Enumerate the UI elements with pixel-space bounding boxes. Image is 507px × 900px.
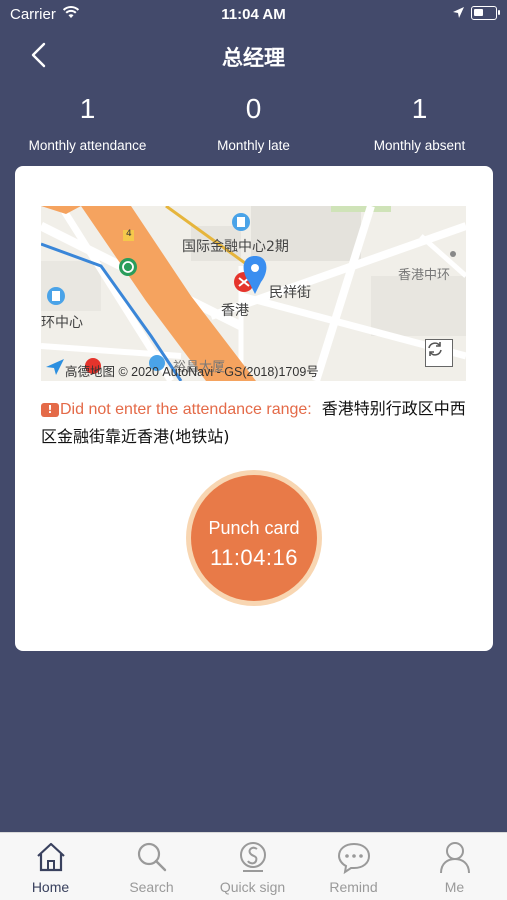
page-title: 总经理 (222, 47, 285, 70)
tab-remind[interactable]: Remind (303, 833, 404, 900)
tab-remind-label: Remind (329, 879, 378, 895)
punch-card-button[interactable]: Punch card 11:04:16 (186, 470, 322, 606)
map-copyright: 高德地图 © 2020 AutoNavi - GS(2018)1709号 (65, 365, 319, 379)
stat-monthly-absent: 1 Monthly absent (335, 92, 504, 153)
map-label-station: 香港 (221, 303, 249, 319)
stat-label: Monthly attendance (28, 138, 147, 153)
warning-icon: ! (41, 403, 59, 417)
battery-icon (471, 6, 500, 20)
map-label-ifc: 国际金融中心2期 (182, 239, 289, 255)
refresh-icon (428, 342, 442, 356)
tab-bar: Home Search Quick sign Remind Me (0, 832, 507, 900)
tab-search[interactable]: Search (101, 833, 202, 900)
attendance-card: 国际金融中心2期 香港 民祥街 香港中环 环中心 裕昌大厦 4 高德地图 © 2… (15, 166, 493, 651)
clock-label: 11:04 AM (221, 6, 286, 23)
quick-sign-icon (240, 842, 266, 872)
chat-bubble-icon (337, 842, 371, 875)
punch-card-label: Punch card (208, 518, 300, 538)
punch-card-face: Punch card 11:04:16 (191, 475, 317, 601)
tab-me[interactable]: Me (404, 833, 505, 900)
map-label-central-left: 环中心 (41, 315, 83, 331)
tab-quick-sign[interactable]: Quick sign (202, 833, 303, 900)
home-icon (37, 842, 65, 872)
punch-card-time: 11:04:16 (209, 545, 298, 570)
attendance-warning: ! Did not enter the attendance range: 香港特别… (41, 395, 471, 450)
warning-message: Did not enter the attendance range: (60, 401, 312, 418)
tab-search-label: Search (129, 879, 174, 895)
stat-value: 1 (411, 93, 428, 124)
map-label-highway: 4 (126, 229, 132, 239)
stat-label: Monthly late (217, 138, 290, 153)
stat-value: 0 (245, 93, 262, 124)
stat-monthly-late: 0 Monthly late (169, 92, 338, 153)
map-view[interactable]: 国际金融中心2期 香港 民祥街 香港中环 环中心 裕昌大厦 4 高德地图 © 2… (41, 206, 466, 381)
tab-quick-sign-label: Quick sign (219, 879, 286, 895)
tab-home-label: Home (31, 879, 70, 895)
stat-value: 1 (79, 93, 96, 124)
tab-me-label: Me (444, 879, 465, 895)
location-arrow-icon (452, 6, 465, 24)
map-refresh-button[interactable] (425, 339, 453, 367)
map-roads (41, 206, 466, 381)
tab-home[interactable]: Home (0, 833, 101, 900)
map-label-central-right: 香港中环 (398, 268, 451, 283)
status-bar: Carrier 11:04 AM (0, 0, 507, 28)
stat-label: Monthly absent (373, 138, 466, 153)
map-label-street: 民祥街 (269, 285, 311, 301)
person-icon (440, 842, 470, 874)
stat-monthly-attendance: 1 Monthly attendance (3, 92, 172, 153)
search-icon (137, 842, 167, 872)
